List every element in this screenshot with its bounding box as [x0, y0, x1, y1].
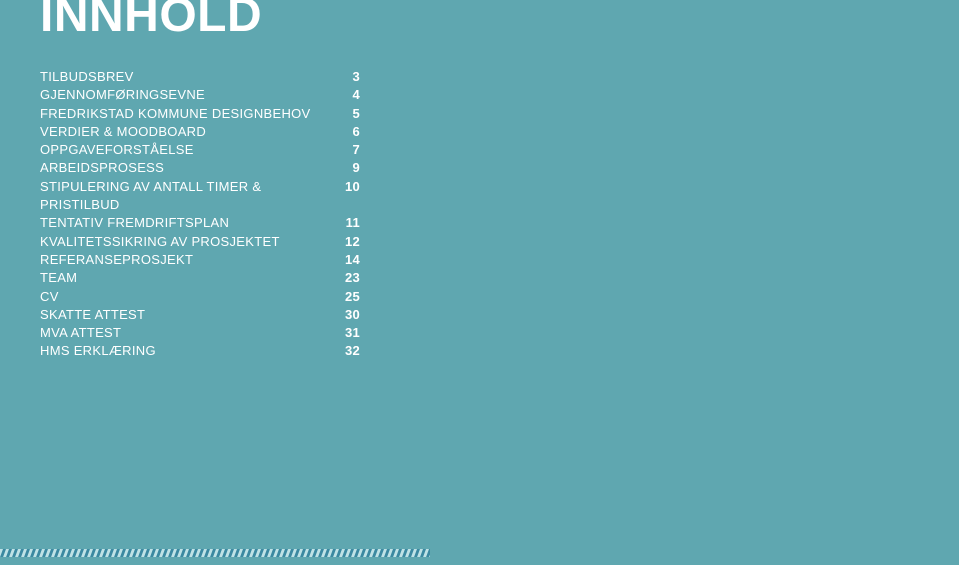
toc-label: MVA ATTEST	[40, 324, 330, 342]
toc-label: OPPGAVEFORSTÅELSE	[40, 141, 330, 159]
toc-page-number: 9	[330, 159, 360, 177]
toc-page-number: 7	[330, 141, 360, 159]
toc-row: MVA ATTEST 31	[40, 324, 360, 342]
toc-page-number: 30	[330, 306, 360, 324]
toc-page-number: 4	[330, 86, 360, 104]
toc-page-number: 32	[330, 342, 360, 360]
toc-label: CV	[40, 288, 330, 306]
toc-label: HMS ERKLÆRING	[40, 342, 330, 360]
toc-page-number: 25	[330, 288, 360, 306]
toc-row: SKATTE ATTEST 30	[40, 306, 360, 324]
toc-page-number: 31	[330, 324, 360, 342]
toc-row: ARBEIDSPROSESS 9	[40, 159, 360, 177]
toc-page-number: 3	[330, 68, 360, 86]
toc-row: TENTATIV FREMDRIFTSPLAN 11	[40, 214, 360, 232]
toc-row: REFERANSEPROSJEKT 14	[40, 251, 360, 269]
toc-page-number: 6	[330, 123, 360, 141]
toc-page-number: 11	[330, 214, 360, 232]
page-title: INNHOLD	[40, 0, 919, 40]
toc-row: FREDRIKSTAD KOMMUNE DESIGNBEHOV 5	[40, 105, 360, 123]
toc-label: TENTATIV FREMDRIFTSPLAN	[40, 214, 330, 232]
toc-row: HMS ERKLÆRING 32	[40, 342, 360, 360]
toc-page-number: 5	[330, 105, 360, 123]
toc-label: REFERANSEPROSJEKT	[40, 251, 330, 269]
toc-row: OPPGAVEFORSTÅELSE 7	[40, 141, 360, 159]
toc-label: FREDRIKSTAD KOMMUNE DESIGNBEHOV	[40, 105, 330, 123]
toc-label: KVALITETSSIKRING AV PROSJEKTET	[40, 233, 330, 251]
toc-page-number: 10	[330, 178, 360, 196]
toc-label: ARBEIDSPROSESS	[40, 159, 330, 177]
toc-row: TILBUDSBREV 3	[40, 68, 360, 86]
toc-page-number: 23	[330, 269, 360, 287]
toc-page-number: 14	[330, 251, 360, 269]
toc-label: GJENNOMFØRINGSEVNE	[40, 86, 330, 104]
toc-row: TEAM 23	[40, 269, 360, 287]
footer-decorative-stripe	[0, 549, 430, 557]
toc-label: TEAM	[40, 269, 330, 287]
toc-row: GJENNOMFØRINGSEVNE 4	[40, 86, 360, 104]
toc-row: KVALITETSSIKRING AV PROSJEKTET 12	[40, 233, 360, 251]
toc-label: VERDIER & MOODBOARD	[40, 123, 330, 141]
toc-label: STIPULERING AV ANTALL TIMER & PRISTILBUD	[40, 178, 330, 215]
toc-row: CV 25	[40, 288, 360, 306]
toc-label: SKATTE ATTEST	[40, 306, 330, 324]
toc-row: VERDIER & MOODBOARD 6	[40, 123, 360, 141]
table-of-contents: TILBUDSBREV 3 GJENNOMFØRINGSEVNE 4 FREDR…	[40, 68, 360, 361]
toc-row: STIPULERING AV ANTALL TIMER & PRISTILBUD…	[40, 178, 360, 215]
toc-label: TILBUDSBREV	[40, 68, 330, 86]
toc-page-number: 12	[330, 233, 360, 251]
